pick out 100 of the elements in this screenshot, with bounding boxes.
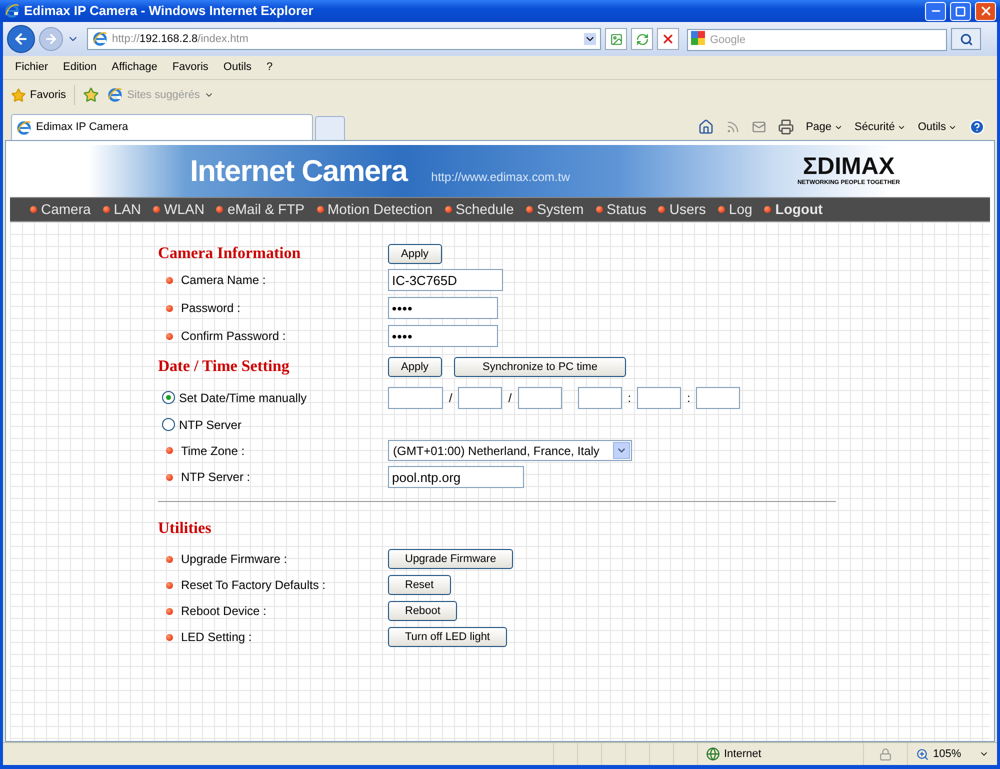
menu-item[interactable]: Favoris [172, 59, 208, 76]
close-button[interactable] [975, 2, 996, 20]
nav-link[interactable]: Logout [764, 199, 823, 220]
nav-link[interactable]: System [526, 199, 584, 220]
nav-link[interactable]: WLAN [153, 199, 204, 220]
section-heading: Date / Time Setting [158, 357, 290, 377]
picture-icon [610, 32, 622, 46]
input-field[interactable]: pool.ntp.org [388, 466, 524, 488]
bullet-icon [166, 304, 173, 312]
menu-item[interactable]: Affichage [112, 59, 158, 76]
menu-item[interactable]: Edition [63, 59, 97, 76]
password-field[interactable]: •••• [388, 325, 498, 347]
mail-icon[interactable] [752, 120, 766, 134]
address-field[interactable]: http://192.168.2.8/index.htm [87, 28, 601, 50]
command-menu[interactable]: Outils [918, 118, 957, 136]
action-button[interactable]: Reset [388, 575, 451, 595]
refresh-button[interactable] [631, 28, 653, 50]
forward-button[interactable] [39, 27, 63, 51]
command-menu[interactable]: Page [806, 118, 843, 136]
field-label: Reboot Device : [181, 603, 266, 620]
add-favorite-icon[interactable] [83, 87, 100, 103]
minimize-button[interactable] [925, 2, 946, 20]
field-label: Confirm Password : [181, 328, 286, 345]
radio-button[interactable] [162, 391, 175, 404]
nav-link[interactable]: eMail & FTP [216, 199, 304, 220]
radio-label: NTP Server [179, 416, 242, 434]
compatibility-button[interactable] [605, 28, 627, 50]
field-label: Reset To Factory Defaults : [181, 577, 326, 594]
input-field[interactable] [458, 386, 502, 408]
input-field[interactable] [578, 386, 622, 408]
nav-link[interactable]: Camera [30, 199, 91, 220]
bullet-icon [166, 474, 173, 480]
browser-tab[interactable]: Edimax IP Camera [11, 114, 313, 140]
nav-link[interactable]: LAN [102, 199, 142, 220]
bullet-icon [764, 206, 772, 213]
section-heading: Utilities [158, 519, 212, 539]
page-icon [92, 31, 108, 47]
zone-indicator: Internet [697, 743, 863, 765]
nav-link[interactable]: Motion Detection [316, 199, 433, 220]
nav-link[interactable]: Users [658, 199, 706, 220]
menu-item[interactable]: Outils [223, 59, 252, 76]
password-field[interactable]: •••• [388, 297, 498, 319]
field-label: Time Zone : [181, 442, 245, 460]
section-heading: Camera Information [158, 244, 302, 264]
bullet-icon [166, 608, 173, 614]
nav-link[interactable]: Log [718, 199, 752, 220]
menu-item[interactable]: Fichier [15, 59, 48, 76]
date-separator: / [507, 390, 513, 406]
action-button[interactable]: Turn off LED light [388, 627, 507, 647]
field-label: Upgrade Firmware : [181, 551, 288, 568]
help-icon[interactable] [969, 119, 985, 135]
refresh-icon [636, 32, 648, 46]
dropdown-icon[interactable] [584, 33, 596, 45]
maximize-icon [955, 6, 966, 16]
home-icon[interactable] [698, 119, 714, 135]
action-button[interactable]: Reboot [388, 601, 458, 621]
bullet-icon [30, 206, 37, 213]
stop-button[interactable] [657, 28, 679, 50]
nav-link[interactable]: Status [596, 199, 646, 220]
maximize-button[interactable] [950, 2, 971, 20]
favorites-button[interactable]: Favoris [11, 86, 66, 104]
apply-button[interactable]: Apply [388, 357, 442, 377]
bullet-icon [444, 206, 452, 213]
zoom-control[interactable]: 105% [907, 743, 997, 765]
search-provider-icon [691, 31, 705, 45]
printer-icon[interactable] [778, 119, 794, 135]
nav-link[interactable]: Schedule [444, 199, 514, 220]
menu-item[interactable]: ? [266, 59, 273, 76]
field-label: Camera Name : [181, 272, 266, 289]
bullet-icon [658, 206, 666, 213]
bullet-icon [166, 332, 173, 340]
feed-icon[interactable] [726, 120, 740, 134]
input-field[interactable] [388, 386, 443, 408]
input-field[interactable] [696, 386, 740, 408]
bullet-icon [166, 582, 173, 588]
back-button[interactable] [7, 25, 35, 53]
banner-url: http://www.edimax.com.tw [431, 169, 570, 186]
bullet-icon [166, 276, 173, 284]
time-zone-select[interactable]: (GMT+01:00) Netherland, France, Italy [388, 440, 632, 461]
field-label: NTP Server : [181, 469, 250, 486]
star-icon [11, 88, 26, 102]
bullet-icon [216, 206, 224, 213]
close-icon [978, 4, 992, 18]
command-menu[interactable]: Sécurité [854, 118, 906, 136]
bullet-icon [166, 556, 173, 562]
sync-button[interactable]: Synchronize to PC time [454, 357, 626, 377]
radio-button[interactable] [162, 418, 175, 431]
bullet-icon [596, 206, 603, 213]
bullet-icon [526, 206, 533, 213]
input-field[interactable] [637, 386, 682, 408]
search-button[interactable] [951, 28, 981, 50]
search-icon [960, 32, 972, 46]
search-field[interactable]: Google [687, 29, 947, 51]
zoom-icon [916, 748, 929, 760]
ie-logo-icon [16, 120, 32, 136]
input-field[interactable]: IC-3C765D [388, 269, 503, 291]
window-title: Edimax IP Camera - Windows Internet Explorer [24, 2, 314, 20]
action-button[interactable]: Upgrade Firmware [388, 549, 514, 569]
input-field[interactable] [518, 386, 562, 408]
apply-button[interactable]: Apply [388, 244, 442, 264]
